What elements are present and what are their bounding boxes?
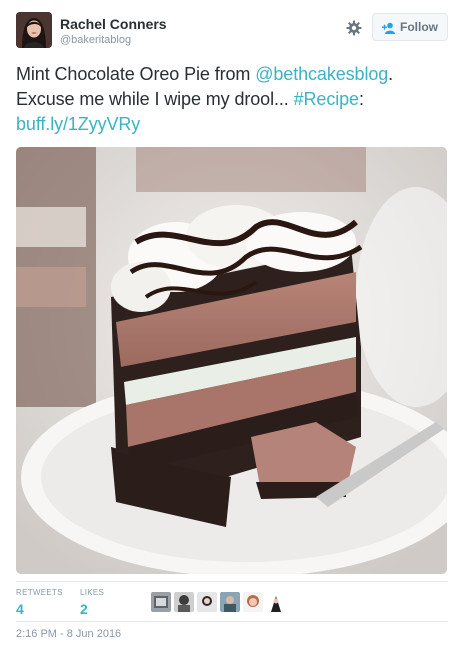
likes-stat[interactable]: LIKES 2: [80, 588, 104, 618]
retweets-label: RETWEETS: [16, 588, 63, 597]
retweets-stat[interactable]: RETWEETS 4: [16, 588, 63, 618]
divider: [16, 621, 448, 622]
tweet-card: Rachel Conners @bakeritablog Follow Mint…: [0, 0, 465, 649]
likes-count: 2: [80, 601, 88, 617]
follow-label: Follow: [400, 20, 438, 34]
liker-avatar[interactable]: [243, 592, 263, 612]
display-name[interactable]: Rachel Conners: [60, 16, 167, 32]
tweet-text-part: Mint Chocolate Oreo Pie from: [16, 64, 256, 84]
tweet-text: Mint Chocolate Oreo Pie from @bethcakesb…: [16, 62, 448, 137]
liker-avatar[interactable]: [220, 592, 240, 612]
tweet-photo[interactable]: [16, 147, 447, 574]
follow-button[interactable]: Follow: [372, 13, 448, 41]
hashtag-link[interactable]: #Recipe: [294, 89, 359, 109]
liker-avatar[interactable]: [174, 592, 194, 612]
user-handle[interactable]: @bakeritablog: [60, 33, 167, 47]
liker-avatar[interactable]: [151, 592, 171, 612]
liker-avatar[interactable]: [266, 592, 286, 612]
retweets-count: 4: [16, 601, 24, 617]
user-block: Rachel Conners @bakeritablog: [60, 16, 167, 47]
liker-avatars: [151, 592, 286, 612]
avatar[interactable]: [16, 12, 52, 48]
mention-link[interactable]: @bethcakesblog: [255, 64, 388, 84]
url-link[interactable]: buff.ly/1ZyyVRy: [16, 114, 140, 134]
add-user-icon: [382, 21, 396, 34]
tweet-text-part: :: [358, 89, 364, 109]
liker-avatar[interactable]: [197, 592, 217, 612]
tweet-header: Rachel Conners @bakeritablog Follow: [16, 12, 448, 52]
gear-icon[interactable]: [346, 20, 362, 36]
divider: [16, 581, 448, 582]
likes-label: LIKES: [80, 588, 105, 597]
tweet-timestamp[interactable]: 2:16 PM - 8 Jun 2016: [16, 628, 121, 640]
